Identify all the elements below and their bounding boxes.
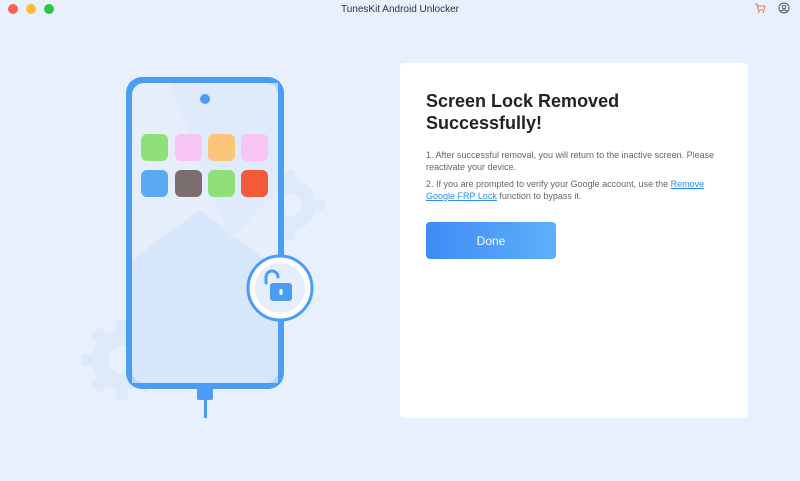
instruction-step-1: 1. After successful removal, you will re… (426, 150, 715, 172)
account-icon[interactable] (778, 2, 790, 14)
success-heading: Screen Lock Removed Successfully! (426, 91, 620, 133)
phone-unlock-illustration (80, 70, 340, 430)
title-bar: TunesKit Android Unlocker (0, 0, 800, 18)
done-button[interactable]: Done (426, 222, 556, 259)
window-controls (8, 4, 54, 14)
result-card: Screen Lock Removed Successfully! 1. Aft… (400, 63, 748, 418)
zoom-window-button[interactable] (44, 4, 54, 14)
cart-icon[interactable] (754, 2, 766, 14)
close-window-button[interactable] (8, 4, 18, 14)
window-title: TunesKit Android Unlocker (340, 4, 460, 15)
minimize-window-button[interactable] (26, 4, 36, 14)
instruction-step-2: 2. If you are prompted to verify your Go… (426, 178, 726, 202)
step-2-text-suffix: function to bypass it. (496, 191, 582, 201)
step-2-text-prefix: 2. If you are prompted to verify your Go… (426, 179, 671, 189)
app-window: TunesKit Android Unlocker Screen Lock Re… (0, 0, 800, 481)
unlock-icon (246, 254, 314, 322)
titlebar-actions (754, 2, 790, 14)
